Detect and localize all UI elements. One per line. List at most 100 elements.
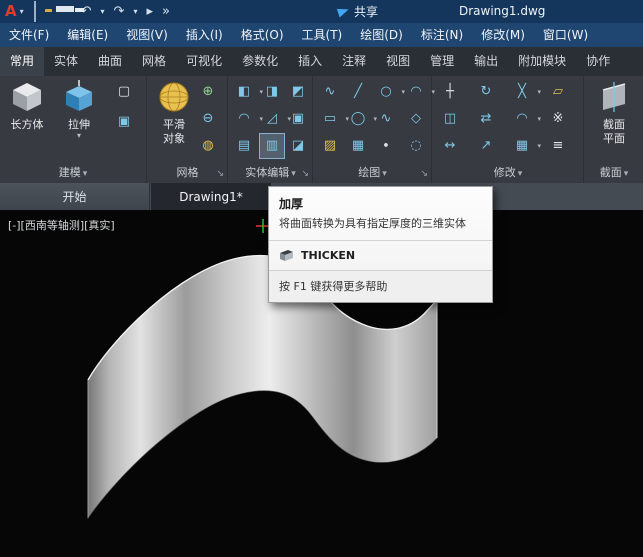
ribbon-tab-view[interactable]: 视图 [376, 47, 420, 76]
ellipse-button[interactable]: ◯ ▾ [346, 107, 377, 131]
scale-button[interactable]: ↗ [474, 134, 498, 158]
menu-insert[interactable]: 插入(I) [177, 23, 232, 47]
ribbon-tab-visualize[interactable]: 可视化 [176, 47, 232, 76]
panel-label-modeling[interactable]: 建模 ▾ [0, 163, 146, 183]
move-button[interactable]: ┼ [438, 80, 462, 104]
extrude-button[interactable]: 拉伸 ▾ [56, 80, 102, 140]
array-button[interactable]: ▦ ▾ [510, 134, 541, 158]
box-icon [13, 83, 41, 111]
line-icon: ╱ [354, 84, 362, 99]
menu-tools[interactable]: 工具(T) [293, 23, 352, 47]
circle-button[interactable]: ○ ▾ [374, 80, 405, 104]
app-menu-button[interactable]: A ▾ [5, 4, 24, 19]
extrude-faces-button[interactable]: ◠ ▾ [232, 107, 263, 131]
refine-mesh-icon: ◍ [202, 138, 214, 153]
file-tab-drawing1[interactable]: Drawing1* [151, 183, 271, 210]
new-file-icon [33, 1, 36, 22]
customize-toolbar-button[interactable]: » [162, 2, 170, 22]
trim-button[interactable]: ╳ ▾ [510, 80, 541, 104]
ribbon-tab-annotate[interactable]: 注释 [332, 47, 376, 76]
rotate-button[interactable]: ↻ [474, 80, 498, 104]
ribbon-tab-surface[interactable]: 曲面 [88, 47, 132, 76]
undo-dropdown-button[interactable]: ▾ [101, 2, 105, 22]
ellipse-icon: ◯ [350, 111, 366, 126]
region-button[interactable]: ▦ [346, 134, 370, 158]
fillet-button[interactable]: ◠ ▾ [510, 107, 541, 131]
extrude-faces-icon: ◠ [238, 111, 250, 126]
menu-modify[interactable]: 修改(M) [472, 23, 534, 47]
ribbon-tab-collaborate[interactable]: 协作 [576, 47, 620, 76]
imprint-button[interactable]: ▤ [232, 134, 256, 158]
presspull-icon: ▣ [117, 114, 131, 129]
menu-draw[interactable]: 绘图(D) [351, 23, 412, 47]
redo-button[interactable]: ↷ [114, 2, 125, 22]
smooth-more-button[interactable]: ⊕ [196, 80, 220, 104]
play-button[interactable]: ▸ [146, 2, 153, 22]
erase-button[interactable]: ▱ [546, 80, 570, 104]
stretch-button[interactable]: ↔ [438, 134, 462, 158]
array-icon: ▦ [515, 138, 529, 153]
panel-label-draw[interactable]: 绘图 ▾ [314, 163, 431, 183]
ribbon-tab-parametric[interactable]: 参数化 [232, 47, 288, 76]
line-button[interactable]: ╱ [346, 80, 370, 104]
section-plane-button[interactable]: 截面 平面 [591, 80, 637, 146]
ribbon-tab-insert[interactable]: 插入 [288, 47, 332, 76]
smooth-less-button[interactable]: ⊖ [196, 107, 220, 131]
new-file-button[interactable] [33, 1, 36, 22]
refine-mesh-button[interactable]: ◍ [196, 134, 220, 158]
ribbon-tab-solid[interactable]: 实体 [44, 47, 88, 76]
move-faces-icon: ◿ [267, 111, 277, 126]
menu-edit[interactable]: 编辑(E) [58, 23, 117, 47]
move-faces-button[interactable]: ◿ ▾ [260, 107, 291, 131]
trim-icon: ╳ [518, 84, 526, 99]
redo-dropdown-button[interactable]: ▾ [133, 2, 137, 22]
menu-format[interactable]: 格式(O) [232, 23, 293, 47]
ribbon-tab-addins[interactable]: 附加模块 [508, 47, 576, 76]
revision-cloud-button[interactable]: ◌ [404, 134, 428, 158]
menu-window[interactable]: 窗口(W) [534, 23, 597, 47]
viewport-controls[interactable]: [-][西南等轴测][真实] [8, 217, 115, 233]
intersect-icon: ◩ [291, 84, 305, 99]
offset-button[interactable]: ≡ [546, 134, 570, 158]
ribbon-tab-home[interactable]: 常用 [0, 47, 45, 76]
panel-label-mesh[interactable]: 网格 [148, 163, 227, 183]
menu-view[interactable]: 视图(V) [117, 23, 177, 47]
arc-button[interactable]: ◠ ▾ [404, 80, 435, 104]
presspull-button[interactable]: ▣ [112, 110, 136, 134]
draw-dialog-launcher-icon[interactable]: ↘ [420, 169, 428, 179]
panel-label-section[interactable]: 截面 ▾ [585, 163, 643, 183]
menu-dimension[interactable]: 标注(N) [412, 23, 472, 47]
ribbon-tab-manage[interactable]: 管理 [420, 47, 464, 76]
undo-button[interactable]: ↶ [81, 2, 92, 22]
mirror-button[interactable]: ⇄ [474, 107, 498, 131]
shell-button[interactable]: ▣ [286, 107, 310, 131]
ribbon-tab-output[interactable]: 输出 [464, 47, 508, 76]
panel-label-solid-editing[interactable]: 实体编辑 ▾ [229, 163, 312, 183]
point-button[interactable]: ∙ [374, 134, 398, 158]
subtract-button[interactable]: ◨ [260, 80, 284, 104]
ribbon-tab-mesh[interactable]: 网格 [132, 47, 176, 76]
menu-file[interactable]: 文件(F) [0, 23, 58, 47]
file-tab-start[interactable]: 开始 [0, 183, 150, 210]
spline-button[interactable]: ∿ [374, 107, 398, 131]
panel-label-modify[interactable]: 修改 ▾ [433, 163, 583, 183]
polysolid-button[interactable]: ▢ [112, 80, 136, 104]
thicken-button[interactable]: ▥ [259, 133, 285, 159]
share-button[interactable]: 共享 [336, 0, 378, 23]
smooth-object-button[interactable]: 平滑 对象 [151, 80, 197, 146]
intersect-button[interactable]: ◩ [286, 80, 310, 104]
copy-button[interactable]: ◫ [438, 107, 462, 131]
explode-icon: ※ [552, 111, 564, 126]
dropdown-icon: ▾ [537, 88, 541, 96]
polyline-button[interactable]: ∿ [318, 80, 342, 104]
union-button[interactable]: ◧ ▾ [232, 80, 263, 104]
box-button[interactable]: 长方体 [4, 80, 50, 132]
polygon-button[interactable]: ◇ [404, 107, 428, 131]
solid-editing-dialog-launcher-icon[interactable]: ↘ [301, 169, 309, 179]
explode-button[interactable]: ※ [546, 107, 570, 131]
dropdown-icon: ▾ [537, 115, 541, 123]
mesh-dialog-launcher-icon[interactable]: ↘ [216, 169, 224, 179]
rectangle-button[interactable]: ▭ ▾ [318, 107, 349, 131]
separate-button[interactable]: ◪ [286, 134, 310, 158]
hatch-button[interactable]: ▨ [318, 134, 342, 158]
